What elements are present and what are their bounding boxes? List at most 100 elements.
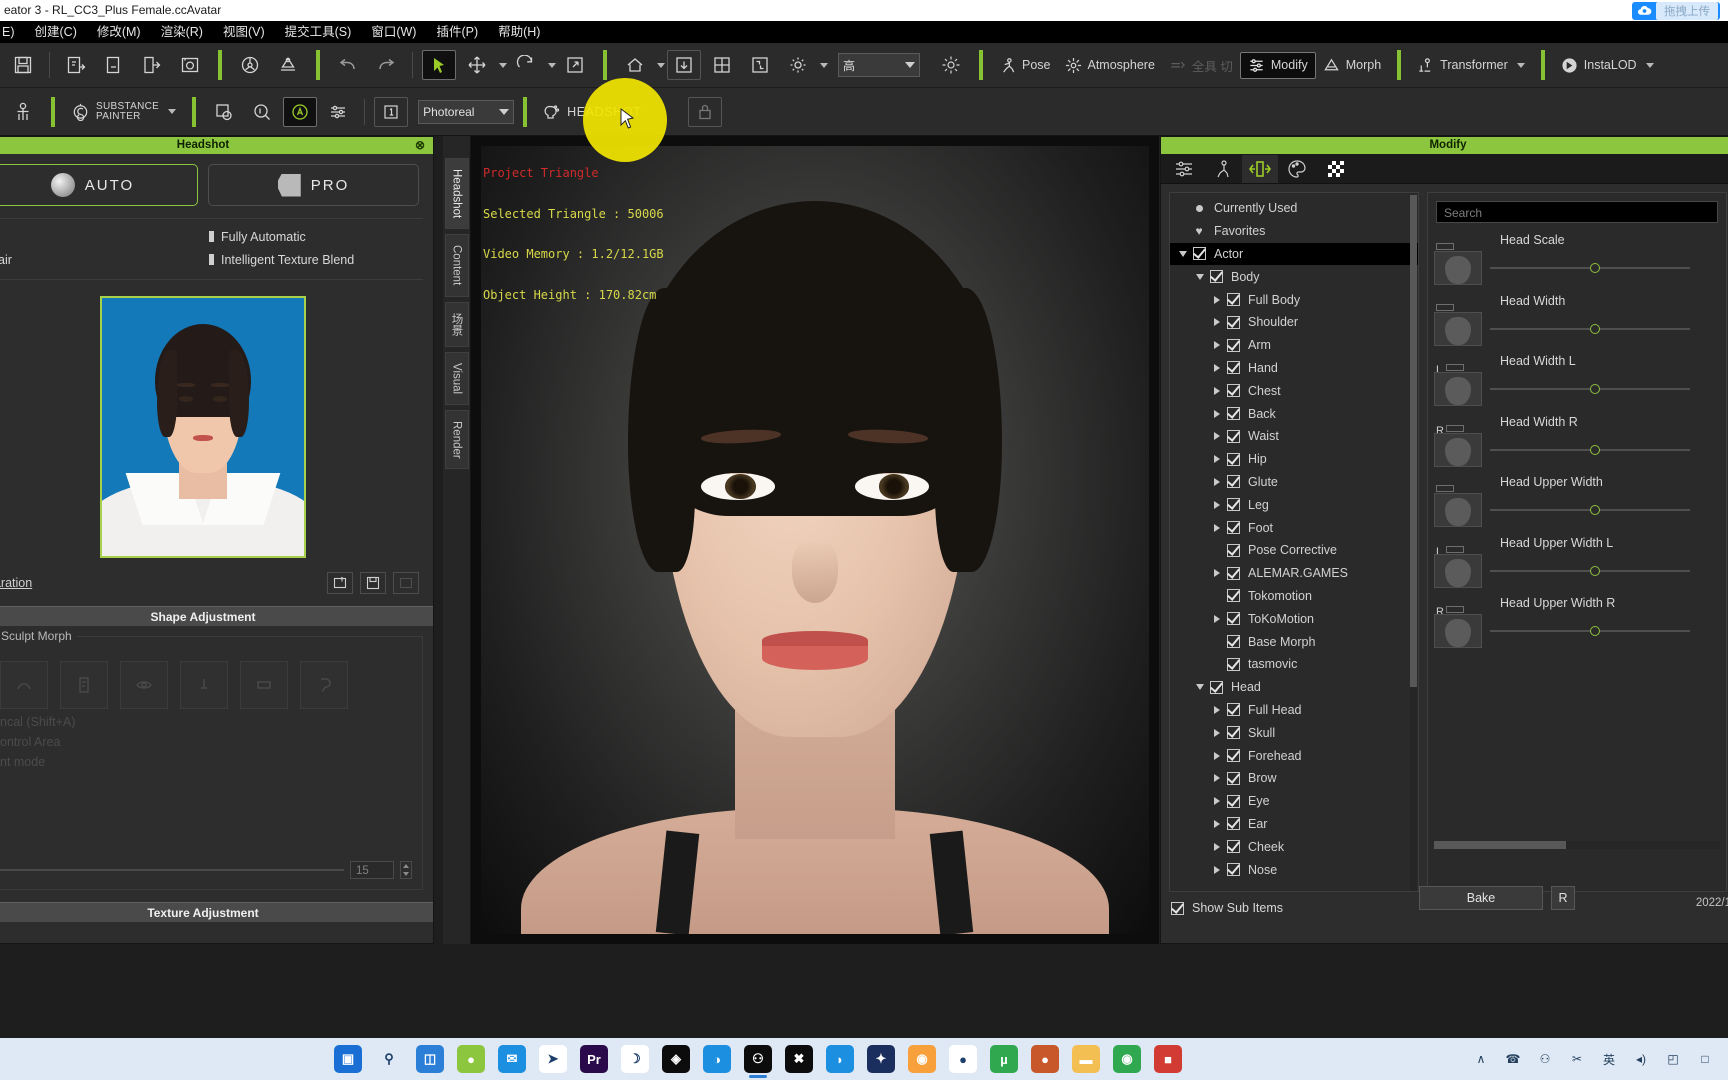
tree-item-tokomotion[interactable]: Tokomotion (1170, 585, 1418, 608)
search-taskbar-icon[interactable]: ⚲ (375, 1045, 403, 1073)
blender-icon[interactable]: ◉ (908, 1045, 936, 1073)
instalod-button[interactable]: InstaLOD (1554, 53, 1661, 78)
tree-item-hand[interactable]: Hand (1170, 357, 1418, 380)
morph-button[interactable]: Morph (1316, 53, 1388, 78)
checkbox-icon[interactable] (1224, 315, 1242, 329)
import-avatar-button[interactable] (59, 50, 93, 80)
sculpt-tool-face[interactable] (60, 661, 108, 709)
tree-item-cheek[interactable]: Cheek (1170, 835, 1418, 858)
tree-item-currently-used[interactable]: Currently Used (1170, 197, 1418, 220)
tree-item-brow[interactable]: Brow (1170, 767, 1418, 790)
morph-slider-head-width[interactable]: Head Width (1428, 292, 1726, 353)
chevron-right-icon[interactable] (1210, 295, 1224, 304)
marvelous-designer-icon[interactable]: ◗ (826, 1045, 854, 1073)
sculpt-tool-mouth[interactable] (240, 661, 288, 709)
menu-item-modify[interactable]: 修改(M) (87, 21, 151, 43)
tab-opacity[interactable] (1318, 155, 1354, 183)
slider-track[interactable] (0, 869, 344, 871)
instalod-caret[interactable] (1645, 62, 1654, 68)
chevron-right-icon[interactable] (1210, 409, 1224, 418)
checkbox-icon[interactable] (1224, 863, 1242, 876)
morph-tree-scrollbar[interactable] (1410, 195, 1417, 891)
show-hidden-icons[interactable]: ∧ (1472, 1050, 1490, 1068)
tree-item-glute[interactable]: Glute (1170, 471, 1418, 494)
sun-icon[interactable] (934, 50, 968, 80)
checkbox-icon[interactable] (1224, 566, 1242, 580)
morph-tree-panel[interactable]: Currently Used ♥ Favorites Actor Body Full Bo… (1169, 192, 1419, 892)
morph-slider-head-scale[interactable]: Head Scale (1428, 231, 1726, 292)
option-row[interactable]: Fully Automatic (209, 225, 423, 248)
mixer-button[interactable] (321, 97, 355, 127)
slider-knob[interactable] (1590, 384, 1600, 394)
tab-pose-offset[interactable] (1204, 155, 1240, 183)
checkbox-icon[interactable] (1224, 703, 1242, 717)
scale-tool-button[interactable] (558, 50, 592, 80)
slider-horizontal-scrollbar[interactable] (1434, 841, 1720, 849)
slider-track[interactable] (1490, 384, 1690, 394)
close-icon[interactable]: ⊗ (413, 138, 427, 152)
export-button[interactable] (135, 50, 169, 80)
tree-item-full-body[interactable]: Full Body (1170, 288, 1418, 311)
slider-track[interactable] (1490, 323, 1690, 334)
menu-item-view[interactable]: 视图(V) (213, 21, 275, 43)
slider-knob[interactable] (1590, 565, 1600, 576)
slider-knob[interactable] (1590, 505, 1600, 515)
moon-app-icon[interactable]: ☽ (621, 1045, 649, 1073)
chevron-right-icon[interactable] (1210, 318, 1224, 327)
checkbox-icon[interactable] (1224, 521, 1242, 535)
menu-item-tools[interactable]: 提交工具(S) (275, 21, 362, 43)
tree-item-alemar-games[interactable]: ALEMAR.GAMES (1170, 562, 1418, 585)
chevron-right-icon[interactable] (1210, 386, 1224, 395)
gear-icon[interactable] (781, 50, 815, 80)
import-prop-button[interactable] (97, 50, 131, 80)
zbrush-icon[interactable]: ✦ (867, 1045, 895, 1073)
tree-item-nose[interactable]: Nose (1170, 858, 1418, 881)
tree-item-body[interactable]: Body (1170, 265, 1418, 288)
checkbox-icon[interactable] (1224, 338, 1242, 352)
tree-item-ear[interactable]: Ear (1170, 813, 1418, 836)
morph-slider-panel[interactable]: Search Head Scale Head Width L Head Width L… (1427, 192, 1727, 892)
snapshot-button[interactable] (173, 50, 207, 80)
tree-item-eye[interactable]: Eye (1170, 790, 1418, 813)
import-mesh-button[interactable] (271, 50, 305, 80)
checkbox-icon[interactable] (1207, 680, 1225, 694)
quality-select[interactable]: 高 (838, 53, 920, 77)
network-icon[interactable]: ◰ (1664, 1050, 1682, 1068)
sculpt-tool-nose[interactable] (180, 661, 228, 709)
menu-item-window[interactable]: 窗口(W) (361, 21, 426, 43)
checkbox-icon[interactable] (1224, 361, 1242, 375)
task-view-icon[interactable]: ◫ (416, 1045, 444, 1073)
checkbox-icon[interactable] (1224, 475, 1242, 489)
select-tool-button[interactable] (422, 50, 456, 80)
tree-item-waist[interactable]: Waist (1170, 425, 1418, 448)
tree-item-leg[interactable]: Leg (1170, 493, 1418, 516)
tree-item-foot[interactable]: Foot (1170, 516, 1418, 539)
utorrent-icon[interactable]: µ (990, 1045, 1018, 1073)
tree-item-actor[interactable]: Actor (1170, 242, 1418, 266)
premiere-icon[interactable]: Pr (580, 1045, 608, 1073)
checkbox-icon[interactable] (1224, 840, 1242, 854)
modify-button[interactable]: Modify (1239, 51, 1316, 79)
chevron-right-icon[interactable] (1210, 614, 1224, 623)
frame-button[interactable] (667, 50, 701, 80)
ime-icon[interactable]: 英 (1600, 1050, 1618, 1068)
stepper-up-icon[interactable] (403, 864, 409, 868)
home-view-button[interactable] (618, 50, 652, 80)
redo-button[interactable] (369, 50, 403, 80)
menu-item-help[interactable]: 帮助(H) (488, 21, 550, 43)
menu-item-plugins[interactable]: 插件(P) (426, 21, 488, 43)
morph-slider-head-width-r[interactable]: R Head Width R (1428, 413, 1726, 474)
chevron-right-icon[interactable] (1210, 569, 1224, 578)
chevron-right-icon[interactable] (1210, 842, 1224, 851)
chevron-down-icon[interactable] (1193, 273, 1207, 280)
image-preparation-link[interactable]: paration (0, 576, 320, 590)
chevron-right-icon[interactable] (1210, 523, 1224, 532)
tab-attributes[interactable] (1166, 155, 1202, 183)
option-row[interactable]: e (0, 225, 203, 248)
chevron-right-icon[interactable] (1210, 705, 1224, 714)
tree-item-shoulder[interactable]: Shoulder (1170, 311, 1418, 334)
gear-caret[interactable] (820, 62, 828, 68)
appearance-editor-button[interactable] (207, 97, 241, 127)
slider-track[interactable] (1490, 444, 1690, 455)
tree-item-pose-corrective[interactable]: Pose Corrective (1170, 539, 1418, 562)
